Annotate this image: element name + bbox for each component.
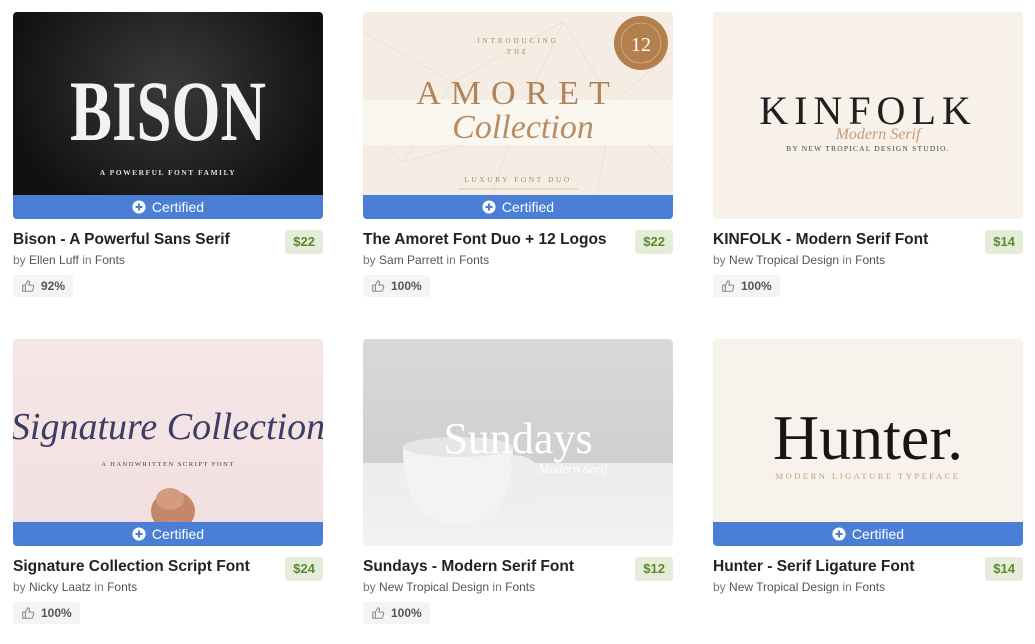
product-byline: by Ellen Luff in Fonts	[13, 253, 125, 267]
likes-value: 100%	[391, 279, 422, 293]
badge-check-icon	[482, 200, 496, 214]
certified-label: Certified	[151, 526, 205, 542]
certified-label: Certified	[851, 526, 905, 542]
category-link[interactable]: Fonts	[107, 580, 137, 594]
product-byline: by New Tropical Design in Fonts	[713, 253, 886, 267]
category-link[interactable]: Fonts	[855, 580, 885, 594]
artwork-title: Hunter.	[773, 402, 963, 473]
product-card: INTRODUCING THE AMORET Collection LUXURY…	[363, 12, 673, 298]
product-byline: by New Tropical Design in Fonts	[363, 580, 536, 594]
thumbnail-artwork: Signature Collection A HANDWRITTEN SCRIP…	[13, 406, 323, 546]
artwork-title: Sundays	[443, 414, 592, 463]
author-link[interactable]: Nicky Laatz	[29, 580, 91, 594]
artwork-script: Collection	[452, 109, 594, 146]
badge-check-icon	[832, 527, 846, 541]
thumbnail-artwork: BISON A POWERFUL FONT FAMILY	[70, 63, 266, 177]
artwork-subtitle: A HANDWRITTEN SCRIPT FONT	[101, 461, 235, 468]
product-card: Hunter. MODERN LIGATURE TYPEFACE Certifi…	[713, 339, 1023, 594]
artwork-title: AMORET	[416, 75, 620, 112]
product-thumbnail[interactable]: KINFOLK Modern Serif BY NEW TROPICAL DES…	[713, 12, 1023, 219]
thumbs-up-icon	[22, 280, 35, 292]
author-link[interactable]: Ellen Luff	[29, 253, 79, 267]
product-title[interactable]: Signature Collection Script Font	[13, 557, 250, 576]
product-title[interactable]: The Amoret Font Duo + 12 Logos	[363, 230, 607, 249]
author-link[interactable]: New Tropical Design	[729, 580, 839, 594]
price-badge[interactable]: $22	[635, 230, 673, 254]
likes-value: 92%	[41, 279, 66, 293]
product-thumbnail[interactable]: Hunter. MODERN LIGATURE TYPEFACE Certifi…	[713, 339, 1023, 546]
product-thumbnail[interactable]: INTRODUCING THE AMORET Collection LUXURY…	[363, 12, 673, 219]
thumbnail-artwork: Hunter. MODERN LIGATURE TYPEFACE	[773, 402, 963, 481]
product-byline: by New Tropical Design in Fonts	[713, 580, 886, 594]
product-byline: by Nicky Laatz in Fonts	[13, 580, 138, 594]
product-title[interactable]: Hunter - Serif Ligature Font	[713, 557, 915, 576]
likes-badge[interactable]: 92%	[13, 275, 74, 297]
thumbnail-artwork: INTRODUCING THE AMORET Collection LUXURY…	[363, 16, 673, 219]
thumbs-up-icon	[372, 607, 385, 619]
badge-number: 12	[631, 34, 651, 56]
thumbs-up-icon	[22, 607, 35, 619]
price-badge[interactable]: $22	[285, 230, 323, 254]
likes-badge[interactable]: 100%	[13, 602, 80, 624]
artwork-subtitle: BY NEW TROPICAL DESIGN STUDIO.	[786, 144, 950, 153]
likes-value: 100%	[41, 606, 72, 620]
certified-banner: Certified	[363, 195, 673, 219]
product-card: Signature Collection A HANDWRITTEN SCRIP…	[13, 339, 323, 625]
thumbnail-artwork: Sundays Modern Serif	[403, 414, 610, 525]
category-link[interactable]: Fonts	[95, 253, 125, 267]
price-badge[interactable]: $14	[985, 230, 1023, 254]
certified-banner: Certified	[13, 195, 323, 219]
thumbs-up-icon	[372, 280, 385, 292]
product-card: Sundays Modern Serif Sundays - Modern Se…	[363, 339, 673, 625]
artwork-script: Modern Serif	[835, 126, 923, 143]
artwork-intro-the: THE	[507, 48, 530, 56]
likes-value: 100%	[741, 279, 772, 293]
product-thumbnail[interactable]: Signature Collection A HANDWRITTEN SCRIP…	[13, 339, 323, 546]
artwork-title: BISON	[70, 63, 266, 159]
likes-badge[interactable]: 100%	[713, 275, 780, 297]
category-link[interactable]: Fonts	[505, 580, 535, 594]
badge-check-icon	[132, 200, 146, 214]
product-card: KINFOLK Modern Serif BY NEW TROPICAL DES…	[713, 12, 1023, 298]
artwork-subtitle: LUXURY FONT DUO	[464, 175, 572, 184]
product-byline: by Sam Parrett in Fonts	[363, 253, 490, 267]
thumbnail-artwork: KINFOLK Modern Serif BY NEW TROPICAL DES…	[759, 88, 971, 153]
product-title[interactable]: KINFOLK - Modern Serif Font	[713, 230, 928, 249]
author-link[interactable]: Sam Parrett	[379, 253, 443, 267]
artwork-subtitle: A POWERFUL FONT FAMILY	[100, 168, 236, 177]
category-link[interactable]: Fonts	[459, 253, 489, 267]
artwork-intro: INTRODUCING	[477, 37, 559, 45]
product-card: BISON A POWERFUL FONT FAMILY Certified B…	[13, 12, 323, 298]
certified-label: Certified	[501, 199, 555, 215]
artwork-subtitle: MODERN LIGATURE TYPEFACE	[776, 471, 961, 481]
artwork-script: Modern Serif	[538, 461, 610, 476]
certified-banner: Certified	[713, 522, 1023, 546]
product-thumbnail[interactable]: BISON A POWERFUL FONT FAMILY Certified	[13, 12, 323, 219]
thumbs-up-icon	[722, 280, 735, 292]
price-badge[interactable]: $14	[985, 557, 1023, 581]
product-title[interactable]: Bison - A Powerful Sans Serif	[13, 230, 230, 249]
likes-badge[interactable]: 100%	[363, 602, 430, 624]
likes-badge[interactable]: 100%	[363, 275, 430, 297]
price-badge[interactable]: $12	[635, 557, 673, 581]
certified-label: Certified	[151, 199, 205, 215]
certified-banner: Certified	[13, 522, 323, 546]
likes-value: 100%	[391, 606, 422, 620]
badge-check-icon	[132, 527, 146, 541]
artwork-title: Signature Collection	[13, 406, 323, 448]
product-thumbnail[interactable]: Sundays Modern Serif	[363, 339, 673, 546]
price-badge[interactable]: $24	[285, 557, 323, 581]
category-link[interactable]: Fonts	[855, 253, 885, 267]
product-title[interactable]: Sundays - Modern Serif Font	[363, 557, 574, 576]
author-link[interactable]: New Tropical Design	[379, 580, 489, 594]
author-link[interactable]: New Tropical Design	[729, 253, 839, 267]
